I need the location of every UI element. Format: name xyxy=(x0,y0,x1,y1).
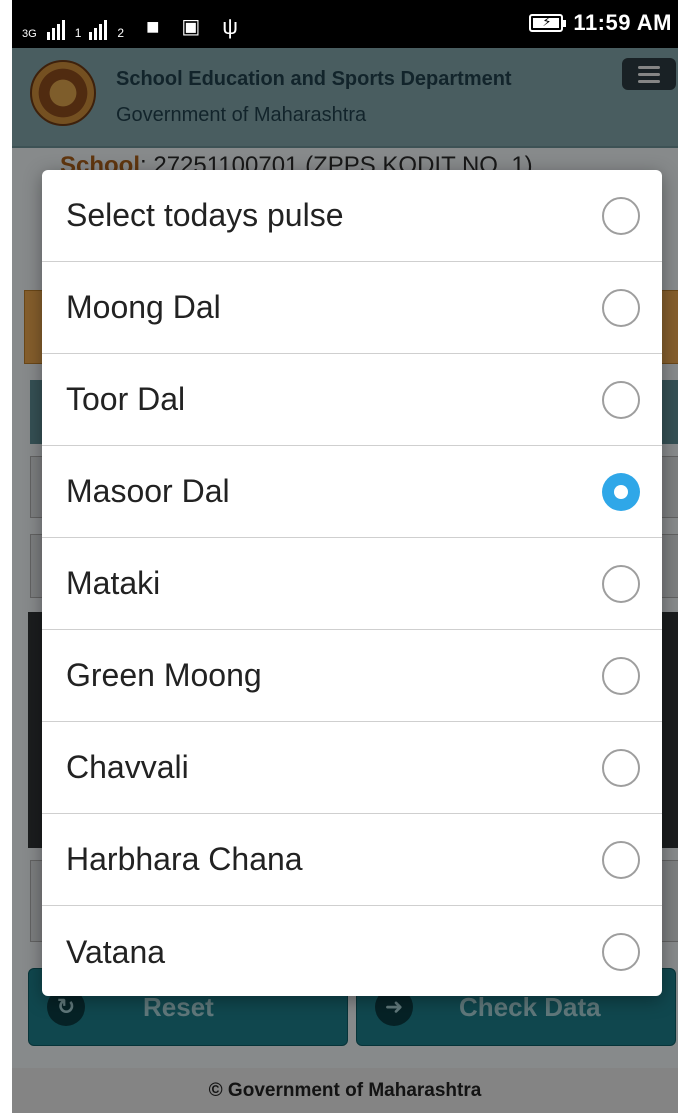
pulse-option[interactable]: Select todays pulse xyxy=(42,170,662,262)
radio-button[interactable] xyxy=(602,196,640,235)
status-bar: 3G 1 2 ■ ▣ ψ ⚡ 11:59 AM xyxy=(12,0,678,48)
radio-button[interactable] xyxy=(602,656,640,695)
signal-strength-icon xyxy=(46,20,65,40)
option-label: Green Moong xyxy=(66,657,262,693)
radio-button[interactable] xyxy=(602,933,640,971)
clock: 11:59 AM xyxy=(573,10,672,35)
radio-button[interactable] xyxy=(602,288,640,327)
usb-icon: ψ xyxy=(222,14,238,39)
sim1-label: 1 xyxy=(74,26,82,40)
pulse-option[interactable]: Vatana xyxy=(42,906,662,996)
pulse-option[interactable]: Toor Dal xyxy=(42,354,662,446)
radio-button-selected[interactable] xyxy=(602,472,640,511)
option-label: Chavvali xyxy=(66,749,189,785)
option-label: Vatana xyxy=(66,933,166,970)
option-label: Toor Dal xyxy=(66,381,186,417)
battery-charging-icon: ⚡ xyxy=(529,14,567,32)
option-label: Harbhara Chana xyxy=(66,841,303,877)
pulse-option[interactable]: Moong Dal xyxy=(42,262,662,354)
pulse-option[interactable]: Mataki xyxy=(42,538,662,630)
radio-button[interactable] xyxy=(602,840,640,879)
radio-button[interactable] xyxy=(602,380,640,419)
radio-button[interactable] xyxy=(602,564,640,603)
option-label: Mataki xyxy=(66,565,161,601)
signal-strength-icon xyxy=(89,20,108,40)
option-label: Masoor Dal xyxy=(66,473,230,509)
message-icon: ■ xyxy=(146,14,160,39)
pulse-option[interactable]: Masoor Dal xyxy=(42,446,662,538)
pulse-option[interactable]: Green Moong xyxy=(42,630,662,722)
pulse-option[interactable]: Harbhara Chana xyxy=(42,814,662,906)
pulse-option[interactable]: Chavvali xyxy=(42,722,662,814)
option-label: Moong Dal xyxy=(66,289,221,325)
network-type: 3G xyxy=(22,28,37,40)
option-label: Select todays pulse xyxy=(66,197,344,233)
pulse-select-dialog: Select todays pulse Moong Dal Toor Dal M… xyxy=(42,170,662,996)
radio-button[interactable] xyxy=(602,748,640,787)
image-icon: ▣ xyxy=(181,16,201,38)
sim2-label: 2 xyxy=(117,26,125,40)
